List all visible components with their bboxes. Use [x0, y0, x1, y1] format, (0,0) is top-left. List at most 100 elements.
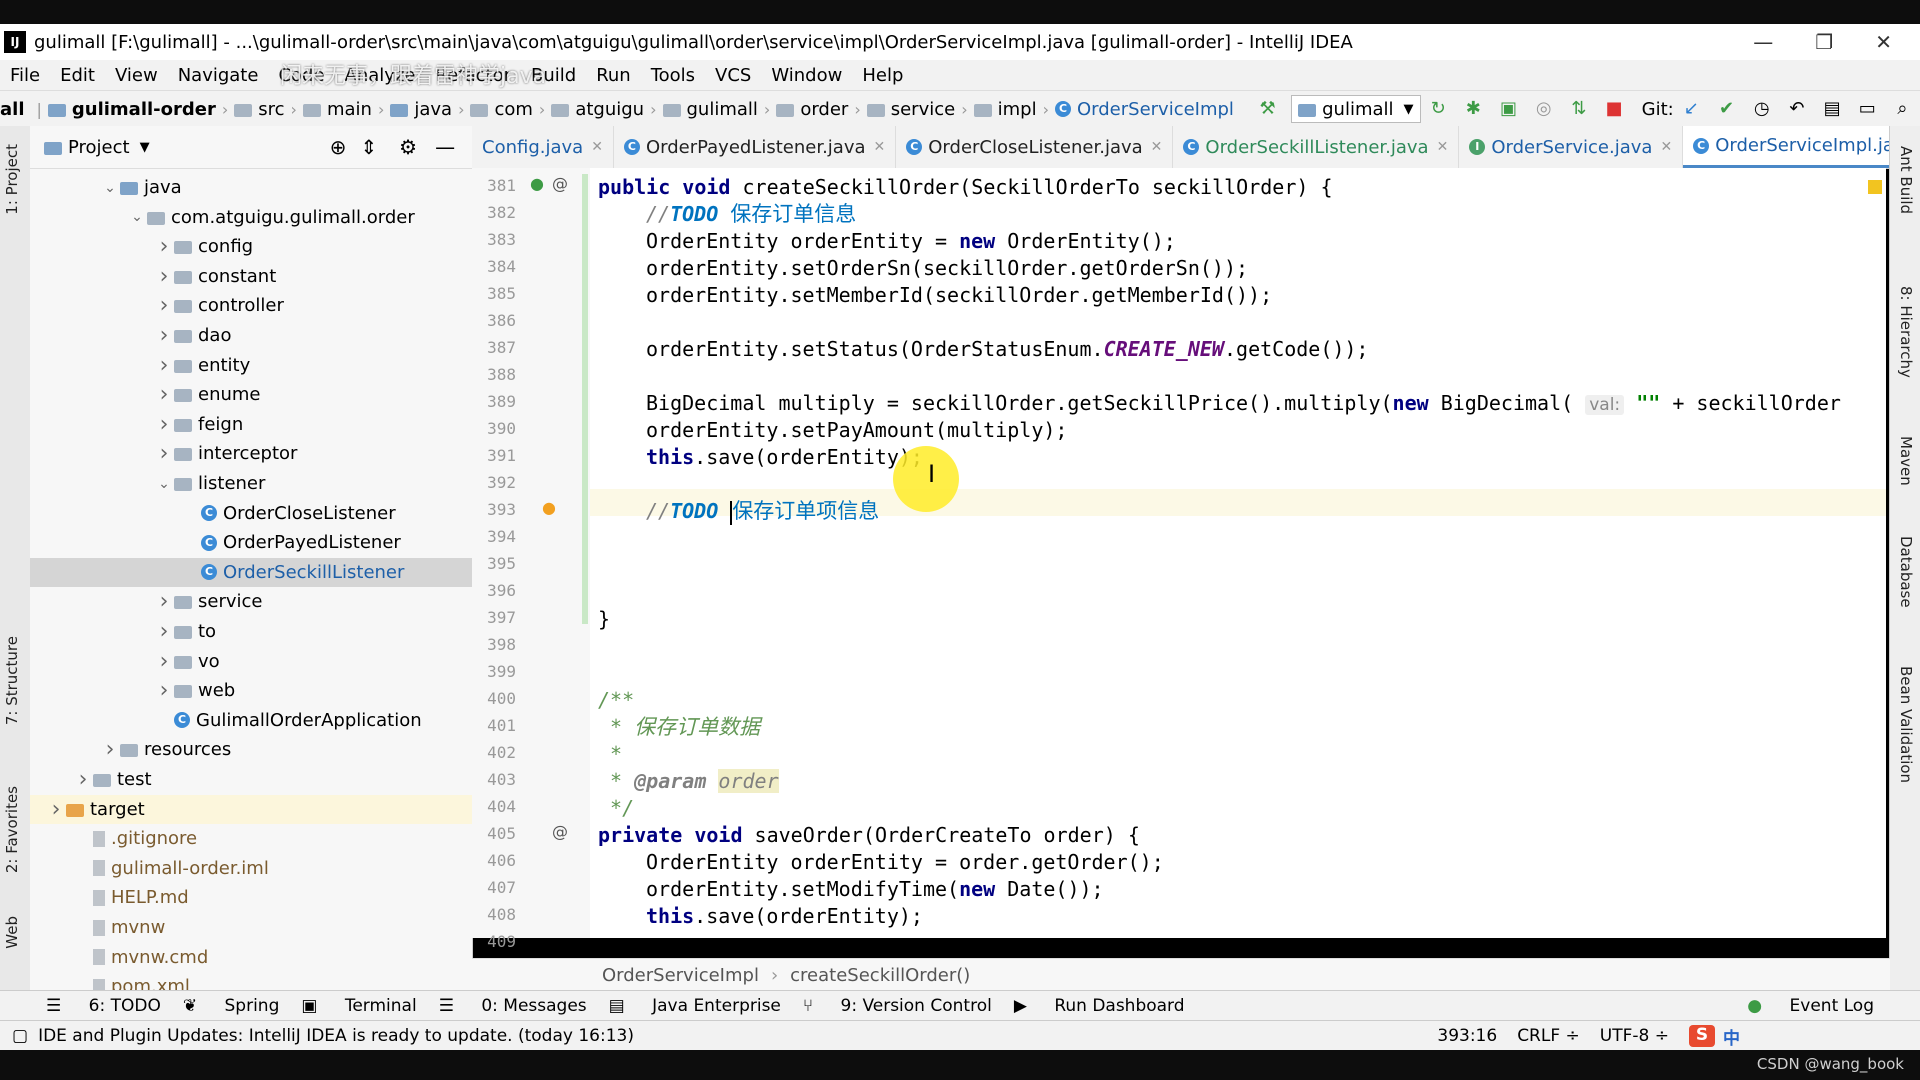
tree-item[interactable]: › service — [30, 587, 472, 616]
tool-tab-structure[interactable]: 7: Structure — [3, 636, 21, 725]
tree-item[interactable]: ⌄ java — [30, 173, 472, 202]
close-tab-icon[interactable]: ✕ — [591, 139, 603, 155]
tool-messages[interactable]: ☰ 0: Messages — [439, 996, 587, 1016]
tree-item[interactable]: ⌄ com.atguigu.gulimall.order — [30, 203, 472, 232]
caret-position[interactable]: 393:16 — [1437, 1026, 1497, 1046]
close-tab-icon[interactable]: ✕ — [1151, 139, 1163, 155]
tree-item[interactable]: › entity — [30, 351, 472, 380]
editor-tab[interactable]: C OrderSeckillListener.java ✕ — [1173, 126, 1460, 168]
menu-edit[interactable]: Edit — [50, 65, 105, 86]
tool-spring[interactable]: ❦ Spring — [183, 996, 280, 1016]
annotation-marker-icon[interactable]: @ — [552, 174, 568, 193]
tree-item[interactable]: › to — [30, 617, 472, 646]
editor-tab[interactable]: C OrderCloseListener.java ✕ — [896, 126, 1174, 168]
coverage-icon[interactable]: ▣ — [1499, 98, 1518, 120]
chevron-right-icon[interactable]: › — [154, 589, 174, 614]
tool-version-control[interactable]: ⑂ 9: Version Control — [803, 996, 992, 1016]
tool-tab-database[interactable]: Database — [1897, 536, 1915, 608]
menu-view[interactable]: View — [105, 65, 168, 86]
tree-item[interactable]: › interceptor — [30, 439, 472, 468]
tree-item[interactable]: › web — [30, 676, 472, 705]
crumb-order[interactable]: order — [776, 99, 848, 120]
chevron-right-icon[interactable]: › — [46, 797, 66, 822]
crumb-atguigu[interactable]: atguigu — [551, 99, 644, 120]
tree-item[interactable]: C OrderSeckillListener — [30, 557, 472, 587]
tree-item[interactable]: mvnw — [30, 913, 472, 942]
tree-item[interactable]: › config — [30, 232, 472, 261]
chevron-right-icon[interactable]: › — [154, 678, 174, 703]
project-structure-icon[interactable]: ▤ — [1822, 98, 1841, 120]
chevron-right-icon[interactable]: › — [73, 767, 93, 792]
tree-item[interactable]: › resources — [30, 735, 472, 764]
menu-run[interactable]: Run — [586, 65, 641, 86]
tool-run-dashboard[interactable]: ▶ Run Dashboard — [1014, 996, 1185, 1016]
gear-icon[interactable]: ⚙ — [399, 135, 417, 159]
stop-icon[interactable]: ■ — [1604, 98, 1623, 120]
tool-tab-ant-build[interactable]: Ant Build — [1897, 146, 1915, 214]
menu-help[interactable]: Help — [852, 65, 913, 86]
tool-tab-project[interactable]: 1: Project — [3, 144, 21, 215]
crumb-src[interactable]: src — [234, 99, 285, 120]
tool-tab-maven[interactable]: Maven — [1897, 436, 1915, 486]
collapse-icon[interactable]: ⇕ — [360, 135, 377, 159]
tree-item[interactable]: C GulimallOrderApplication — [30, 706, 472, 735]
tree-item[interactable]: › test — [30, 765, 472, 794]
menu-file[interactable]: File — [0, 65, 50, 86]
crumb-class[interactable]: C OrderServiceImpl — [1054, 99, 1234, 120]
build-hammer-icon[interactable]: ⚒ — [1258, 98, 1277, 120]
presentation-icon[interactable]: ▭ — [1858, 98, 1877, 120]
chevron-down-icon[interactable]: ⌄ — [127, 209, 147, 225]
tree-item[interactable]: gulimall-order.iml — [30, 854, 472, 883]
tree-item[interactable]: mvnw.cmd — [30, 943, 472, 972]
profile-icon[interactable]: ◎ — [1534, 98, 1553, 120]
minimize-icon[interactable]: — — [1753, 30, 1773, 54]
chevron-right-icon[interactable]: › — [154, 649, 174, 674]
tree-item[interactable]: › controller — [30, 291, 472, 320]
restore-icon[interactable]: ❐ — [1815, 30, 1833, 54]
tree-item[interactable]: › target — [30, 794, 472, 824]
crumb-module[interactable]: gulimall-order — [47, 99, 216, 120]
tool-tab-web[interactable]: Web — [3, 916, 21, 949]
editor-tab[interactable]: Config.java ✕ — [472, 126, 614, 168]
git-commit-icon[interactable]: ✔ — [1717, 98, 1736, 120]
tree-item[interactable]: › vo — [30, 647, 472, 676]
chevron-down-icon[interactable]: ⌄ — [100, 180, 120, 196]
chevron-right-icon[interactable]: › — [154, 441, 174, 466]
tool-tab-favorites[interactable]: 2: Favorites — [3, 786, 21, 873]
chevron-right-icon[interactable]: › — [154, 353, 174, 378]
tree-item[interactable]: › dao — [30, 321, 472, 350]
rerun-icon[interactable]: ↻ — [1429, 98, 1448, 120]
locate-icon[interactable]: ⊕ — [330, 135, 347, 159]
chevron-right-icon[interactable]: › — [154, 412, 174, 437]
ime-mode[interactable]: 中 — [1723, 1024, 1740, 1049]
chevron-right-icon[interactable]: › — [154, 619, 174, 644]
close-tab-icon[interactable]: ✕ — [1437, 139, 1449, 155]
chevron-right-icon[interactable]: › — [154, 293, 174, 318]
tree-item[interactable]: HELP.md — [30, 883, 472, 912]
chevron-right-icon[interactable]: › — [154, 382, 174, 407]
override-marker-icon[interactable]: ● — [530, 174, 544, 193]
tree-item[interactable]: › constant — [30, 262, 472, 291]
tool-todo[interactable]: ☰ 6: TODO — [46, 996, 161, 1016]
chevron-right-icon[interactable]: › — [100, 737, 120, 762]
tool-java-enterprise[interactable]: ▤ Java Enterprise — [609, 996, 781, 1016]
nav-lead[interactable]: all — [0, 99, 25, 120]
run-config-select[interactable]: gulimall ▼ — [1291, 95, 1421, 123]
inspection-status-icon[interactable] — [1868, 180, 1882, 194]
git-history-icon[interactable]: ◷ — [1752, 98, 1771, 120]
menu-tools[interactable]: Tools — [641, 65, 705, 86]
hide-icon[interactable]: — — [435, 135, 455, 159]
tree-item[interactable]: ⌄ listener — [30, 469, 472, 498]
line-separator[interactable]: CRLF ÷ — [1517, 1026, 1580, 1046]
crumb-main[interactable]: main — [302, 99, 372, 120]
tree-item[interactable]: .gitignore — [30, 824, 472, 853]
close-icon[interactable]: ✕ — [1875, 30, 1892, 54]
git-rollback-icon[interactable]: ↶ — [1787, 98, 1806, 120]
git-update-icon[interactable]: ↙ — [1682, 98, 1701, 120]
file-encoding[interactable]: UTF-8 ÷ — [1600, 1026, 1669, 1046]
tool-event-log[interactable]: ● Event Log — [1725, 996, 1874, 1016]
tool-terminal[interactable]: ▣ Terminal — [301, 996, 416, 1016]
close-tab-icon[interactable]: ✕ — [1660, 139, 1672, 155]
tool-tab-hierarchy[interactable]: 8: Hierarchy — [1897, 286, 1915, 378]
tree-item[interactable]: › enume — [30, 380, 472, 409]
